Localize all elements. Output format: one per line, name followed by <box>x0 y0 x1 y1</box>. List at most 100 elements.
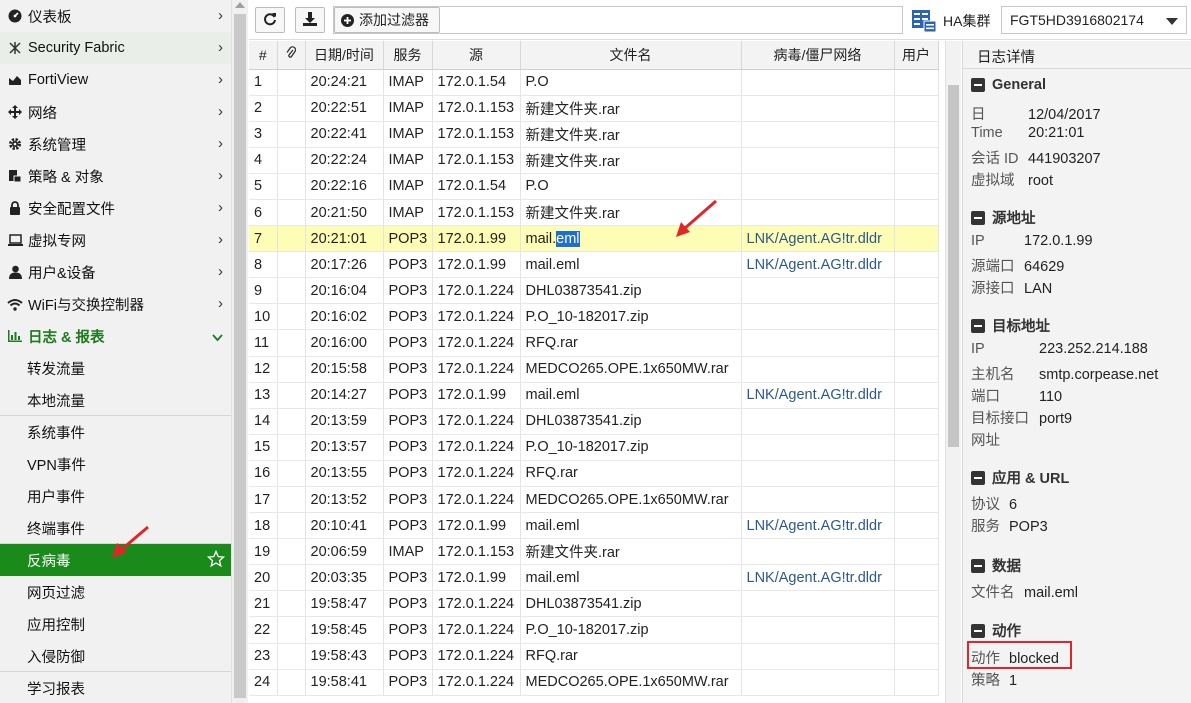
table-row[interactable]: 12 20:15:58 POP3 172.0.1.224 MEDCO265.OPE.1x… <box>249 356 939 383</box>
cell-attachment <box>277 460 306 488</box>
table-row[interactable]: 14 20:13:59 POP3 172.0.1.224 DHL03873541.zip <box>249 408 939 435</box>
add-filter-button[interactable]: 添加过滤器 <box>334 7 440 33</box>
table-row[interactable]: 16 20:13:55 POP3 172.0.1.224 RFQ.rar <box>249 460 939 488</box>
col-header-service[interactable]: 服务 <box>383 41 433 70</box>
plus-circle-icon <box>341 13 354 27</box>
sub-web-filter[interactable]: 网页过滤 <box>0 576 231 608</box>
cell-index: 24 <box>249 669 278 696</box>
sub-learning-report[interactable]: 学习报表 <box>0 672 231 703</box>
table-row[interactable]: 22 19:58:45 POP3 172.0.1.224 P.O_10-182017.z… <box>249 616 939 644</box>
col-header-virus[interactable]: 病毒/僵尸网络 <box>741 41 895 70</box>
cell-attachment <box>277 329 306 357</box>
table-row[interactable]: 1 20:24:21 IMAP 172.0.1.54 P.O <box>249 69 939 96</box>
refresh-button[interactable] <box>255 7 285 33</box>
table-row[interactable]: 17 20:13:52 POP3 172.0.1.224 MEDCO265.OPE.1x… <box>249 486 939 514</box>
cell-user <box>894 512 939 540</box>
col-header-filename[interactable]: 文件名 <box>520 41 742 70</box>
nav-fortiview[interactable]: FortiView › <box>0 64 231 96</box>
col-header-index[interactable]: # <box>249 41 278 70</box>
sub-ips[interactable]: 入侵防御 <box>0 640 231 672</box>
detail-key: Time <box>971 125 1003 141</box>
section-source[interactable]: 源地址 <box>971 207 1036 228</box>
cell-datetime: 20:06:59 <box>305 538 384 566</box>
sub-local-traffic[interactable]: 本地流量 <box>0 384 231 416</box>
nav-dashboard[interactable]: 仪表板 › <box>0 0 231 32</box>
table-row[interactable]: 2 20:22:51 IMAP 172.0.1.153 新建文件夹.rar <box>249 95 939 122</box>
nav-network[interactable]: 网络 › <box>0 96 231 128</box>
sub-forward-traffic[interactable]: 转发流量 <box>0 352 231 384</box>
section-app-url[interactable]: 应用 & URL <box>971 467 1069 488</box>
nav-label: 虚拟专网 <box>28 233 86 250</box>
table-row[interactable]: 6 20:21:50 IMAP 172.0.1.153 新建文件夹.rar <box>249 199 939 227</box>
table-row[interactable]: 20 20:03:35 POP3 172.0.1.99 mail.eml LNK/Agen… <box>249 564 939 592</box>
ha-cluster-select[interactable]: FGT5HD3916802174 <box>1001 6 1187 34</box>
table-row[interactable]: 3 20:22:41 IMAP 172.0.1.153 新建文件夹.rar <box>249 121 939 148</box>
detail-source-port: 源端口 64629 <box>971 255 1064 276</box>
collapse-icon <box>971 558 985 573</box>
nav-security-fabric[interactable]: Security Fabric › <box>0 32 231 64</box>
cell-index: 11 <box>249 329 278 357</box>
scroll-up-arrow-icon[interactable] <box>235 2 245 8</box>
table-scrollbar[interactable] <box>945 41 961 703</box>
nav-wifi[interactable]: WiFi与交换控制器 › <box>0 288 231 320</box>
table-row[interactable]: 7 20:21:01 POP3 172.0.1.99 mail.eml LNK/Agent… <box>249 225 939 253</box>
sub-app-control[interactable]: 应用控制 <box>0 608 231 640</box>
table-row[interactable]: 18 20:10:41 POP3 172.0.1.99 mail.eml LNK/Agen… <box>249 512 939 540</box>
cell-virus <box>741 121 895 148</box>
scrollbar-thumb[interactable] <box>234 14 246 698</box>
sub-vpn-events[interactable]: VPN事件 <box>0 448 231 480</box>
table-row[interactable]: 11 20:16:00 POP3 172.0.1.224 RFQ.rar <box>249 329 939 357</box>
cell-virus <box>741 643 895 670</box>
sub-system-events[interactable]: 系统事件 <box>0 416 231 448</box>
section-general[interactable]: General <box>971 77 1046 93</box>
detail-key: 日 <box>971 107 986 123</box>
sub-endpoint-events[interactable]: 终端事件 <box>0 512 231 544</box>
cell-filename: mail.eml <box>520 225 742 253</box>
cell-attachment <box>277 486 306 514</box>
sidebar-scrollbar[interactable] <box>231 0 248 703</box>
section-action[interactable]: 动作 <box>971 620 1021 641</box>
col-header-source[interactable]: 源 <box>432 41 521 70</box>
cell-source: 172.0.1.224 <box>432 460 521 488</box>
dashboard-icon <box>6 9 24 23</box>
section-destination[interactable]: 目标地址 <box>971 315 1050 336</box>
table-row[interactable]: 23 19:58:43 POP3 172.0.1.224 RFQ.rar <box>249 643 939 670</box>
cell-virus: LNK/Agent.AG!tr.dldr <box>741 382 895 409</box>
col-header-datetime[interactable]: 日期/时间 <box>305 41 384 70</box>
chevron-right-icon: › <box>218 39 223 56</box>
sub-label: 反病毒 <box>27 553 71 570</box>
cell-user <box>894 121 939 148</box>
table-row[interactable]: 10 20:16:02 POP3 172.0.1.224 P.O_10-182017.z… <box>249 303 939 331</box>
table-row[interactable]: 5 20:22:16 IMAP 172.0.1.54 P.O <box>249 173 939 200</box>
table-row[interactable]: 4 20:22:24 IMAP 172.0.1.153 新建文件夹.rar <box>249 147 939 174</box>
sub-antivirus[interactable]: 反病毒 <box>0 544 231 576</box>
cell-filename: P.O_10-182017.zip <box>520 434 742 461</box>
col-header-user[interactable]: 用户 <box>894 41 939 70</box>
section-title: 源地址 <box>992 211 1036 227</box>
table-row[interactable]: 9 20:16:04 POP3 172.0.1.224 DHL03873541.zip <box>249 277 939 305</box>
nav-log-report[interactable]: 日志 & 报表 <box>0 320 231 352</box>
download-button[interactable] <box>295 7 325 33</box>
nav-security-profiles[interactable]: 安全配置文件 › <box>0 192 231 224</box>
table-row[interactable]: 24 19:58:41 POP3 172.0.1.224 MEDCO265.OPE.1x… <box>249 669 939 696</box>
nav-system[interactable]: 系统管理 › <box>0 128 231 160</box>
star-icon[interactable] <box>206 549 226 572</box>
table-row[interactable]: 15 20:13:57 POP3 172.0.1.224 P.O_10-182017.z… <box>249 434 939 461</box>
nav-policy[interactable]: 策略 & 对象 › <box>0 160 231 192</box>
table-row[interactable]: 21 19:58:47 POP3 172.0.1.224 DHL03873541.zip <box>249 590 939 618</box>
section-data[interactable]: 数据 <box>971 555 1021 576</box>
table-row[interactable]: 19 20:06:59 IMAP 172.0.1.153 新建文件夹.rar <box>249 538 939 566</box>
scrollbar-thumb[interactable] <box>948 85 959 447</box>
nav-vpn[interactable]: 虚拟专网 › <box>0 224 231 256</box>
nav-label: Security Fabric <box>28 40 125 56</box>
table-row[interactable]: 8 20:17:26 POP3 172.0.1.99 mail.eml LNK/Agent… <box>249 251 939 279</box>
sub-user-events[interactable]: 用户事件 <box>0 480 231 512</box>
col-header-attachment[interactable] <box>277 41 306 70</box>
cell-service: POP3 <box>383 486 433 514</box>
cell-user <box>894 616 939 644</box>
table-row[interactable]: 13 20:14:27 POP3 172.0.1.99 mail.eml LNK/Agen… <box>249 382 939 409</box>
section-title: General <box>992 77 1046 93</box>
cell-virus <box>741 147 895 174</box>
nav-user-device[interactable]: 用户&设备 › <box>0 256 231 288</box>
cell-filename: MEDCO265.OPE.1x650MW.rar <box>520 486 742 514</box>
